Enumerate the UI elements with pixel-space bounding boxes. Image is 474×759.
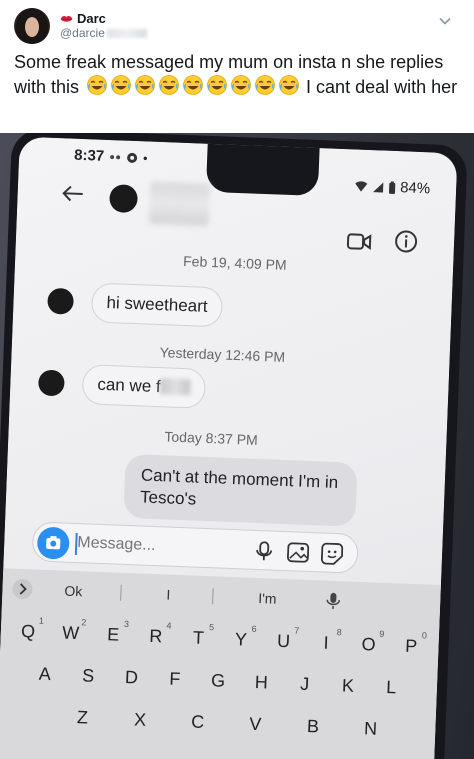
- tweet-text: Some freak messaged my mum on insta n sh…: [14, 50, 459, 99]
- key-hint: 9: [379, 628, 385, 639]
- message-timestamp: Yesterday 12:46 PM: [159, 344, 286, 365]
- notification-icon: [127, 152, 138, 163]
- outgoing-message-bubble[interactable]: Can't at the moment I'm in Tesco's: [123, 453, 358, 527]
- tweet-text-after: I cant deal with her: [306, 77, 458, 97]
- key-hint: 7: [294, 625, 300, 636]
- key-u[interactable]: U7: [262, 622, 306, 660]
- key-n[interactable]: N: [341, 709, 400, 747]
- keyboard: Ok I I'm Q1W2E3R4T5Y6U7I8O9P0 ASDFGHJKL …: [0, 568, 441, 759]
- key-b[interactable]: B: [283, 707, 342, 745]
- key-g[interactable]: G: [196, 662, 241, 700]
- tears-of-joy-emoji-icon: [255, 75, 275, 95]
- microphone-icon[interactable]: [255, 541, 274, 562]
- tears-of-joy-emoji-icon: [111, 75, 131, 95]
- key-hint: 8: [336, 627, 343, 638]
- back-arrow-icon[interactable]: [61, 184, 84, 203]
- key-i[interactable]: I8: [304, 624, 348, 662]
- key-hint: 3: [123, 618, 130, 630]
- tears-of-joy-emoji-icon: [87, 75, 107, 95]
- display-name[interactable]: Darc: [77, 11, 106, 27]
- camera-button[interactable]: [36, 526, 70, 560]
- key-e[interactable]: E3: [91, 616, 135, 654]
- gallery-icon[interactable]: [287, 542, 310, 563]
- key-t[interactable]: T5: [176, 619, 220, 657]
- tweet-photo[interactable]: 8:37 • 84% Feb 19, 4:09 PM hi sweetheart…: [0, 133, 474, 759]
- video-call-icon[interactable]: [346, 231, 373, 252]
- key-f[interactable]: F: [152, 660, 197, 698]
- suggestion-word[interactable]: I: [166, 587, 171, 603]
- key-hint: 0: [421, 630, 428, 641]
- key-a[interactable]: A: [23, 655, 68, 693]
- sender-avatar[interactable]: [47, 287, 75, 315]
- key-hint: 6: [251, 623, 257, 634]
- key-x[interactable]: X: [111, 700, 170, 738]
- tweet-header: Darc @darcie: [14, 6, 454, 46]
- suggestion-word[interactable]: Ok: [64, 583, 82, 600]
- status-time: 8:37: [73, 146, 105, 165]
- key-y[interactable]: Y6: [219, 621, 263, 659]
- contact-name-redaction: [148, 181, 211, 226]
- lips-emoji-icon: [60, 16, 73, 22]
- tears-of-joy-emoji-icon: [279, 75, 299, 95]
- tears-of-joy-emoji-icon: [135, 75, 155, 95]
- signal-dots-icon: [110, 154, 121, 159]
- avatar[interactable]: [14, 8, 50, 44]
- key-s[interactable]: S: [66, 657, 111, 695]
- user-block: Darc @darcie: [60, 11, 147, 41]
- tears-of-joy-emoji-icon: [183, 75, 203, 95]
- incoming-message-bubble[interactable]: hi sweetheart: [90, 282, 224, 328]
- status-dot: •: [142, 150, 148, 165]
- info-icon[interactable]: [394, 229, 419, 254]
- voice-input-icon[interactable]: [326, 592, 341, 611]
- suggestion-word[interactable]: I'm: [258, 590, 277, 607]
- key-hint: 1: [38, 615, 45, 626]
- key-r[interactable]: R4: [134, 617, 178, 655]
- key-k[interactable]: K: [326, 667, 371, 705]
- handle-redaction: [106, 28, 147, 38]
- message-composer[interactable]: [31, 521, 359, 574]
- wifi-icon: [355, 180, 368, 192]
- battery-percent: 84%: [399, 179, 431, 198]
- key-l[interactable]: L: [369, 668, 414, 706]
- suggestion-expand-button[interactable]: [12, 578, 33, 600]
- key-w[interactable]: W2: [49, 614, 93, 652]
- key-o[interactable]: O9: [347, 626, 391, 664]
- battery-icon: [388, 180, 396, 194]
- user-handle[interactable]: @darcie: [60, 26, 105, 41]
- chevron-down-icon[interactable]: [438, 14, 452, 28]
- key-c[interactable]: C: [168, 703, 227, 741]
- cell-signal-icon: [372, 182, 384, 193]
- phone: 8:37 • 84% Feb 19, 4:09 PM hi sweetheart…: [0, 133, 468, 759]
- chevron-right-icon: [19, 583, 27, 595]
- message-input[interactable]: [76, 534, 208, 558]
- key-j[interactable]: J: [282, 665, 327, 703]
- incoming-message-text: can we f: [97, 374, 162, 397]
- sticker-icon[interactable]: [320, 542, 344, 565]
- key-hint: 2: [81, 617, 87, 628]
- contact-avatar[interactable]: [109, 184, 139, 214]
- laughing-emoji-row: [86, 74, 302, 96]
- camera-icon: [46, 536, 61, 550]
- key-p[interactable]: P0: [389, 627, 433, 665]
- key-h[interactable]: H: [239, 663, 284, 701]
- word-redaction: [160, 378, 191, 396]
- tears-of-joy-emoji-icon: [207, 75, 227, 95]
- incoming-message-bubble[interactable]: can we f: [81, 364, 207, 409]
- phone-screen: 8:37 • 84% Feb 19, 4:09 PM hi sweetheart…: [0, 136, 458, 759]
- key-v[interactable]: V: [226, 705, 285, 743]
- key-d[interactable]: D: [109, 658, 154, 696]
- tears-of-joy-emoji-icon: [159, 75, 179, 95]
- camera-notch: [205, 141, 320, 197]
- tears-of-joy-emoji-icon: [231, 75, 251, 95]
- key-z[interactable]: Z: [53, 698, 112, 736]
- message-timestamp: Feb 19, 4:09 PM: [182, 252, 287, 273]
- message-timestamp: Today 8:37 PM: [164, 428, 259, 448]
- sender-avatar[interactable]: [37, 369, 65, 397]
- key-hint: 4: [166, 620, 172, 631]
- key-hint: 5: [208, 622, 215, 633]
- key-q[interactable]: Q1: [6, 612, 50, 650]
